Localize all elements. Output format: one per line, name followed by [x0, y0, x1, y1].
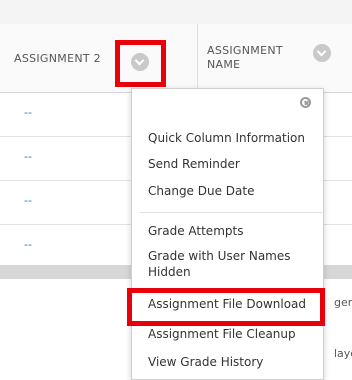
- highlight-box-assignment-file-download: [127, 288, 325, 326]
- column-context-menu: Quick Column Information Send Reminder C…: [131, 88, 324, 380]
- grade-cell[interactable]: --: [24, 150, 32, 163]
- column-header-label: ASSIGNMENT NAME: [207, 44, 283, 71]
- menu-item-quick-column-information[interactable]: Quick Column Information: [148, 130, 316, 146]
- grade-cell[interactable]: --: [24, 238, 32, 251]
- column-header-assignment-name[interactable]: ASSIGNMENT NAME: [197, 24, 352, 92]
- menu-item-grade-attempts[interactable]: Grade Attempts: [148, 223, 316, 239]
- column-header-row: ASSIGNMENT 2 ASSIGNMENT NAME: [0, 24, 352, 93]
- menu-item-view-grade-history[interactable]: View Grade History: [148, 354, 316, 370]
- menu-divider: [140, 212, 322, 213]
- menu-item-send-reminder[interactable]: Send Reminder: [148, 156, 316, 172]
- highlight-box-column-menu-button: [115, 40, 166, 87]
- menu-item-grade-with-user-names-hidden[interactable]: Grade with User Names Hidden: [148, 248, 298, 280]
- close-icon[interactable]: [300, 97, 311, 108]
- grade-cell[interactable]: --: [24, 194, 32, 207]
- menu-item-change-due-date[interactable]: Change Due Date: [148, 183, 316, 199]
- grade-cell[interactable]: --: [24, 106, 32, 119]
- top-toolbar: [0, 0, 352, 25]
- menu-item-assignment-file-cleanup[interactable]: Assignment File Cleanup: [148, 326, 316, 342]
- chevron-down-icon[interactable]: [313, 44, 331, 62]
- background-peek-text: laye: [334, 347, 352, 360]
- column-header-label: ASSIGNMENT 2: [14, 52, 101, 65]
- background-peek-text: gen: [334, 296, 352, 309]
- column-header-assignment-2[interactable]: ASSIGNMENT 2: [0, 24, 197, 92]
